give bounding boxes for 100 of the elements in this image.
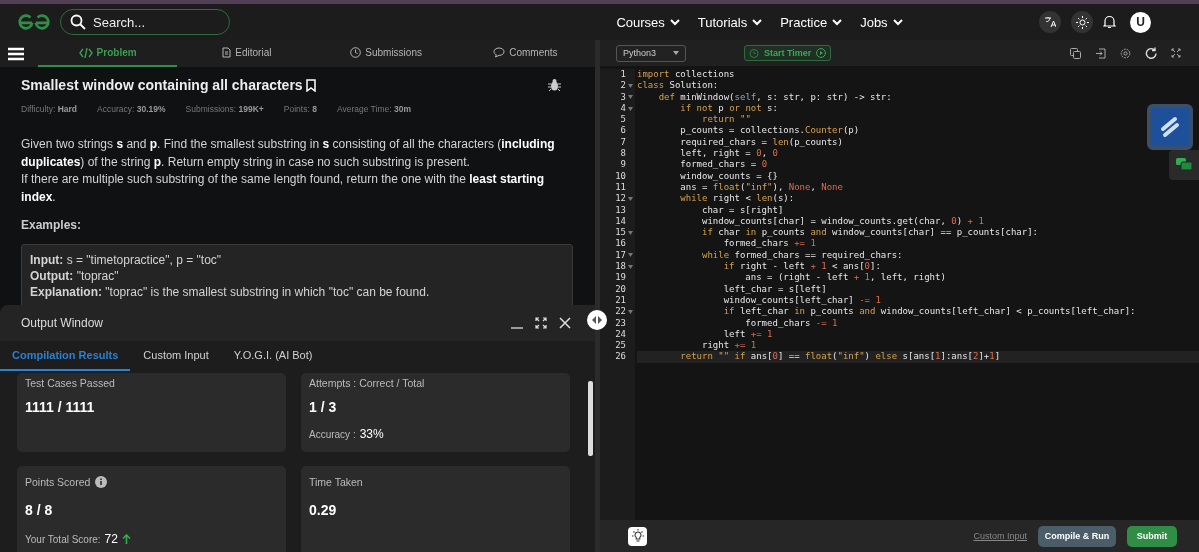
fold-caret-icon[interactable]	[628, 95, 633, 100]
code-line: if left_char in p_counts and window_counts[left_char] < p_counts[left_char]:	[722, 306, 1136, 317]
code-line: formed_chars -= 1	[744, 317, 838, 328]
fold-caret-icon[interactable]	[628, 230, 633, 235]
submit-button[interactable]: Submit	[1127, 525, 1177, 547]
settings-icon[interactable]	[1120, 47, 1131, 59]
code-line: return "" if ans[0] == float("inf") else s[ans[1]:ans[2]+1]	[679, 351, 1001, 362]
code-line: def minWindow(self, s: str, p: str) -> str:	[657, 91, 892, 102]
lightbulb-icon[interactable]	[628, 526, 647, 546]
output-window-title: Output Window	[21, 316, 104, 330]
chevron-down-icon	[752, 18, 763, 26]
assistant-icon[interactable]	[1147, 104, 1193, 150]
card-label: Time Taken	[309, 476, 363, 488]
card-value: 1 / 3	[309, 399, 338, 415]
nav-menu[interactable]: Courses	[616, 14, 680, 30]
nav-menu[interactable]: Jobs	[860, 14, 903, 30]
alarm-clock-icon	[749, 48, 759, 58]
line-number: 26	[615, 351, 626, 363]
fold-caret-icon[interactable]	[628, 83, 633, 88]
search-field[interactable]: Search...	[60, 9, 230, 35]
custom-input-link[interactable]: Custom Input	[973, 531, 1027, 541]
translate-icon[interactable]	[1039, 11, 1061, 33]
start-timer-button[interactable]: Start Timer	[744, 45, 832, 61]
example-line: Output: "toprac"	[30, 268, 120, 284]
card-value: 0.29	[309, 502, 338, 518]
card-label: Attempts : Correct / Total	[309, 377, 425, 389]
close-icon[interactable]	[559, 317, 571, 329]
logo-icon[interactable]	[16, 13, 52, 31]
chevron-down-icon	[832, 18, 843, 26]
problem-tab[interactable]: Editorial	[177, 40, 317, 67]
menu-icon[interactable]	[8, 46, 24, 61]
fold-caret-icon[interactable]	[628, 309, 633, 314]
bug-icon[interactable]	[548, 78, 561, 92]
code-line: while right < len(s):	[679, 193, 795, 204]
line-number: 15	[615, 227, 626, 239]
output-tab[interactable]: Custom Input	[131, 341, 221, 371]
bookmark-icon[interactable]	[305, 78, 316, 92]
code-line: p_counts = collections.Counter(p)	[679, 125, 860, 136]
fold-caret-icon[interactable]	[628, 196, 633, 201]
problem-stat: Difficulty: Hard	[21, 104, 78, 114]
problem-description: If there are multiple such substring of the same length found, return the one with the least starting index.	[21, 171, 545, 206]
line-number: 19	[615, 272, 626, 284]
reset-icon[interactable]	[1145, 47, 1157, 59]
import-icon[interactable]	[1095, 47, 1106, 59]
card-sub-value: 33%	[359, 427, 384, 441]
compile-run-button[interactable]: Compile & Run	[1038, 525, 1116, 547]
fold-caret-icon[interactable]	[628, 253, 633, 258]
example-line: Input: s = "timetopractice", p = "toc"	[30, 252, 223, 268]
problem-tab[interactable]: Submissions	[316, 40, 456, 67]
nav-menu[interactable]: Tutorials	[697, 14, 763, 30]
code-line: window_counts[left_char] -= 1	[722, 294, 881, 305]
code-line: left, right = 0, 0	[679, 148, 778, 159]
code-line: ans = float("inf"), None, None	[679, 181, 843, 192]
language-select[interactable]: Python3	[616, 44, 686, 62]
chevron-down-icon	[892, 18, 903, 26]
problem-description: Given two strings s and p. Find the smallest substring in s consisting of all the characters (including duplicates) of the string p. Return empty string in case no such substring is present.	[21, 136, 556, 171]
card-value: 1111 / 1111	[25, 399, 96, 415]
card-sub-label: Accuracy :	[309, 428, 356, 440]
info-icon[interactable]	[95, 476, 108, 488]
problem-stat: Points: 8	[283, 104, 317, 114]
chat-icon[interactable]	[1169, 150, 1199, 180]
copy-icon[interactable]	[1070, 47, 1081, 59]
output-tab[interactable]: Y.O.G.I. (AI Bot)	[221, 341, 325, 371]
expand-icon[interactable]	[535, 317, 547, 329]
code-editor[interactable]	[600, 66, 1199, 520]
problem-tab[interactable]: Comments	[455, 40, 595, 67]
bell-icon[interactable]	[1103, 15, 1116, 29]
line-number: 12	[615, 193, 626, 205]
card-label: Test Cases Passed	[25, 377, 115, 389]
line-number: 8	[620, 148, 626, 160]
nav-menu[interactable]: Practice	[780, 14, 843, 30]
card-sub-value: 72	[104, 532, 118, 546]
fold-caret-icon[interactable]	[628, 264, 633, 269]
line-number: 10	[615, 170, 626, 182]
line-number: 17	[615, 249, 626, 262]
sun-icon[interactable]	[1071, 11, 1093, 33]
example-line: Explanation: "toprac" is the smallest substring in which "toc" can be found.	[30, 284, 431, 300]
line-number: 14	[615, 215, 626, 228]
line-number: 1	[620, 69, 626, 81]
code-line: import collections	[637, 69, 735, 79]
scrollbar-thumb[interactable]	[588, 381, 593, 456]
code-line: formed_chars += 1	[722, 238, 816, 249]
code-line: window_counts[char] = window_counts.get(char, 0) + 1	[701, 215, 984, 226]
code-line: left += 1	[722, 328, 773, 339]
code-line: window_counts = {}	[679, 170, 778, 181]
fullscreen-icon[interactable]	[1171, 48, 1181, 58]
fold-caret-icon[interactable]	[628, 106, 633, 111]
problem-tab[interactable]: Problem	[38, 40, 178, 67]
line-number: 23	[615, 317, 626, 329]
user-avatar[interactable]: U	[1130, 11, 1151, 33]
line-number: 21	[615, 294, 626, 307]
line-number: 9	[620, 159, 626, 171]
play-icon	[816, 48, 827, 58]
line-number: 11	[615, 181, 626, 194]
card-sub-label: Your Total Score:	[25, 533, 101, 545]
search-icon	[70, 14, 86, 30]
line-number: 25	[615, 340, 626, 352]
card-value: 8 / 8	[25, 502, 54, 518]
examples-heading: Examples:	[21, 218, 83, 232]
problem-stat: Submissions: 199K+	[185, 104, 264, 114]
